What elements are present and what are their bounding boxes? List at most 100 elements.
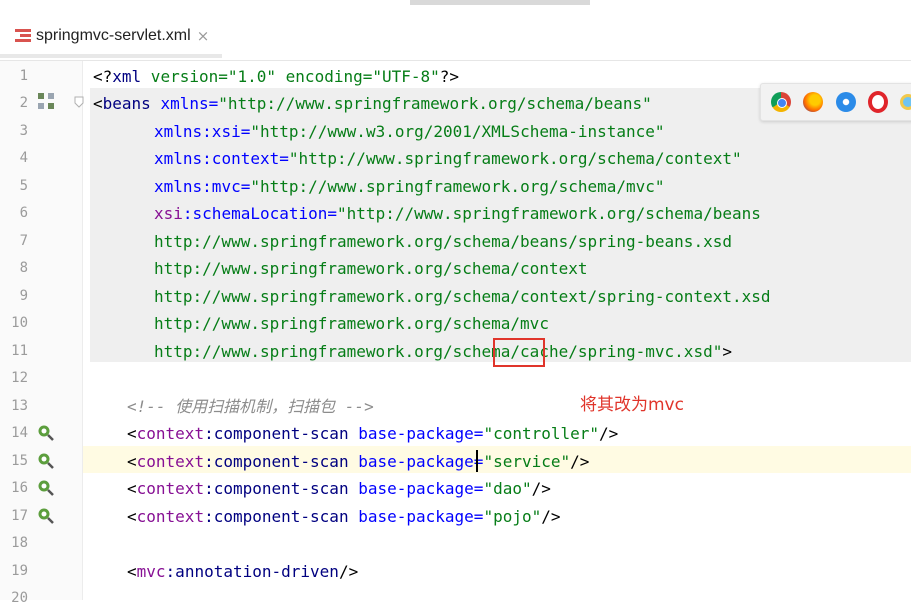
- tag-name: :component-scan: [204, 452, 349, 471]
- tag-name: :component-scan: [204, 424, 349, 443]
- tag-ns: context: [136, 507, 205, 526]
- code-line-8[interactable]: http://www.springframework.org/schema/co…: [154, 255, 587, 282]
- tag-open: <: [127, 562, 137, 581]
- code-line-1[interactable]: <?xml version="1.0" encoding="UTF-8"?>: [93, 63, 459, 90]
- active-tab-indicator: [0, 54, 222, 58]
- tag-open: <: [93, 94, 103, 113]
- tag-ns: context: [136, 424, 205, 443]
- attr-value: "http://www.springframework.org/schema/b…: [218, 94, 652, 113]
- code-line-17[interactable]: <context:component-scan base-package="po…: [127, 503, 561, 530]
- attr-name: :context=: [202, 149, 289, 168]
- ie-icon[interactable]: [900, 94, 911, 110]
- code-editor[interactable]: 1 2 3 4 5 6 7 8 9 10 11 12 13 14 15 16 1…: [0, 61, 911, 606]
- attr-name: :mvc=: [202, 177, 251, 196]
- code-line-2[interactable]: <beans xmlns="http://www.springframework…: [93, 90, 652, 117]
- line-number: 15: [11, 453, 28, 469]
- attr-name: base-package=: [348, 507, 484, 526]
- attr-value: "dao": [483, 479, 532, 498]
- code-line-6[interactable]: xsi:schemaLocation="http://www.springfra…: [154, 200, 761, 227]
- pi-target: xml: [112, 67, 142, 86]
- attr-value: "http://www.springframework.org/schema/b…: [337, 204, 761, 223]
- top-strip-segment: [410, 0, 590, 5]
- line-number: 4: [19, 150, 28, 166]
- code-line-4[interactable]: xmlns:context="http://www.springframewor…: [154, 145, 742, 172]
- line-number: 8: [19, 260, 28, 276]
- line-number: 20: [11, 590, 28, 606]
- annotation-highlight-box: [493, 338, 545, 367]
- attr-value: "http://www.springframework.org/schema/c…: [288, 149, 742, 168]
- line-number: 1: [19, 68, 28, 84]
- tag-name: :component-scan: [204, 479, 349, 498]
- line-number: 6: [19, 205, 28, 221]
- tag-selfclose: />: [531, 479, 551, 498]
- opera-icon[interactable]: [868, 91, 888, 113]
- line-number: 14: [11, 425, 28, 441]
- attr-name: base-package=: [348, 479, 484, 498]
- tag-name: :component-scan: [204, 507, 349, 526]
- attr-ns: xsi: [154, 204, 183, 223]
- tag-open: <: [127, 452, 137, 471]
- tag-ns: mvc: [136, 562, 166, 581]
- component-scan-gutter-icon[interactable]: [37, 507, 55, 525]
- tag-selfclose: />: [338, 562, 359, 581]
- code-line-16[interactable]: <context:component-scan base-package="da…: [127, 475, 551, 502]
- line-number: 7: [19, 233, 28, 249]
- attr-value: "http://www.springframework.org/schema/m…: [250, 177, 665, 196]
- line-number: 2: [19, 95, 28, 111]
- attr-name: base-package=: [348, 424, 484, 443]
- safari-icon[interactable]: [836, 92, 856, 112]
- component-scan-gutter-icon[interactable]: [37, 479, 55, 497]
- tag-open: <: [127, 507, 137, 526]
- spring-beans-gutter-icon[interactable]: [37, 92, 55, 110]
- tag-name: beans: [102, 94, 151, 113]
- annotation-note: 将其改为mvc: [580, 395, 684, 415]
- code-line-11[interactable]: http://www.springframework.org/schema/ca…: [154, 338, 732, 365]
- attr-ns: xmlns: [154, 177, 203, 196]
- editor-tab[interactable]: springmvc-servlet.xml ×: [0, 14, 222, 58]
- code-line-3[interactable]: xmlns:xsi="http://www.w3.org/2001/XMLSch…: [154, 118, 665, 145]
- text-caret: [476, 450, 478, 472]
- attr-name: :schemaLocation=: [182, 204, 338, 223]
- tag-ns: context: [136, 452, 205, 471]
- line-number: 3: [19, 123, 28, 139]
- component-scan-gutter-icon[interactable]: [37, 424, 55, 442]
- tag-open: <: [127, 479, 137, 498]
- firefox-icon[interactable]: [803, 92, 823, 112]
- line-number: 19: [11, 563, 28, 579]
- pi-open: <?: [93, 67, 113, 86]
- code-line-13[interactable]: <!-- 使用扫描机制，扫描包 -->: [127, 393, 374, 420]
- attr-value: "http://www.w3.org/2001/XMLSchema-instan…: [250, 122, 665, 141]
- line-number: 16: [11, 480, 28, 496]
- code-line-7[interactable]: http://www.springframework.org/schema/be…: [154, 228, 732, 255]
- tag-selfclose: />: [599, 424, 619, 443]
- top-strip: [0, 0, 911, 8]
- attr-value: "controller": [483, 424, 600, 443]
- pi-close: ?>: [439, 67, 460, 86]
- editor-tab-bar: springmvc-servlet.xml ×: [0, 8, 911, 61]
- line-number: 18: [11, 535, 28, 551]
- code-line-9[interactable]: http://www.springframework.org/schema/co…: [154, 283, 771, 310]
- code-line-19[interactable]: <mvc:annotation-driven/>: [127, 558, 358, 585]
- code-line-14[interactable]: <context:component-scan base-package="co…: [127, 420, 618, 447]
- tag-selfclose: />: [570, 452, 590, 471]
- attr-value: "service": [483, 452, 571, 471]
- code-line-15[interactable]: <context:component-scan base-package="se…: [127, 448, 589, 475]
- line-number: 13: [11, 398, 28, 414]
- component-scan-gutter-icon[interactable]: [37, 452, 55, 470]
- attr-value: http://www.springframework.org/schema/ca…: [154, 342, 723, 361]
- line-number: 11: [11, 343, 28, 359]
- spring-xml-file-icon: [15, 28, 31, 44]
- fold-icon[interactable]: [74, 96, 84, 108]
- chrome-icon[interactable]: [771, 92, 791, 112]
- code-line-5[interactable]: xmlns:mvc="http://www.springframework.or…: [154, 173, 665, 200]
- code-line-10[interactable]: http://www.springframework.org/schema/mv…: [154, 310, 549, 337]
- tag-ns: context: [136, 479, 205, 498]
- attr-name: :xsi=: [202, 122, 251, 141]
- close-icon[interactable]: ×: [197, 27, 210, 45]
- line-number: 5: [19, 178, 28, 194]
- line-number: 10: [11, 315, 28, 331]
- attr-ns: xmlns: [154, 122, 203, 141]
- tag-close: >: [722, 342, 732, 361]
- line-number: 17: [11, 508, 28, 524]
- attr-name: xmlns=: [150, 94, 219, 113]
